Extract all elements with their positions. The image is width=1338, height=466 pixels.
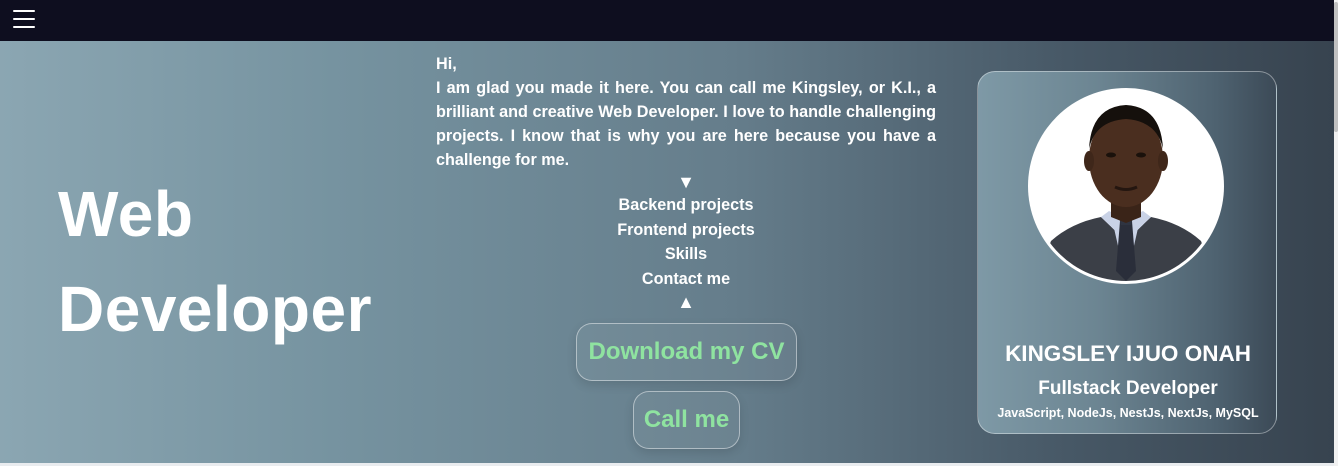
- menu-item-skills[interactable]: Skills: [586, 242, 786, 267]
- menu-item-contact-me[interactable]: Contact me: [586, 267, 786, 292]
- headline-line-2: Developer: [58, 273, 372, 345]
- top-navbar: [0, 0, 1334, 41]
- intro-paragraph: Hi, I am glad you made it here. You can …: [436, 52, 936, 172]
- arrow-up-icon: ▲: [677, 292, 695, 312]
- profile-card: KINGSLEY IJUO ONAH Fullstack Developer J…: [977, 71, 1277, 434]
- intro-text: I am glad you made it here. You can call…: [436, 79, 936, 169]
- profile-photo-icon: [1031, 91, 1221, 281]
- profile-role: Fullstack Developer: [1038, 378, 1218, 399]
- profile-name: KINGSLEY IJUO ONAH: [1005, 341, 1251, 366]
- page-scrollbar[interactable]: [1334, 0, 1338, 466]
- download-cv-button[interactable]: Download my CV: [576, 323, 797, 381]
- section-menu: ▼ Backend projects Frontend projects Ski…: [586, 171, 786, 313]
- scrollbar-thumb[interactable]: [1334, 2, 1338, 132]
- hero-headline: Web Developer: [58, 167, 372, 357]
- hero-section: Web Developer Hi, I am glad you made it …: [0, 41, 1334, 463]
- avatar: [1028, 88, 1224, 284]
- profile-skills: JavaScript, NodeJs, NestJs, NextJs, MySQ…: [997, 406, 1259, 420]
- headline-line-1: Web: [58, 178, 194, 250]
- hamburger-menu-icon[interactable]: [13, 9, 35, 29]
- call-me-button[interactable]: Call me: [633, 391, 740, 449]
- intro-greeting: Hi,: [436, 55, 457, 73]
- menu-item-frontend-projects[interactable]: Frontend projects: [586, 218, 786, 243]
- arrow-down-icon: ▼: [677, 172, 695, 192]
- menu-item-backend-projects[interactable]: Backend projects: [586, 193, 786, 218]
